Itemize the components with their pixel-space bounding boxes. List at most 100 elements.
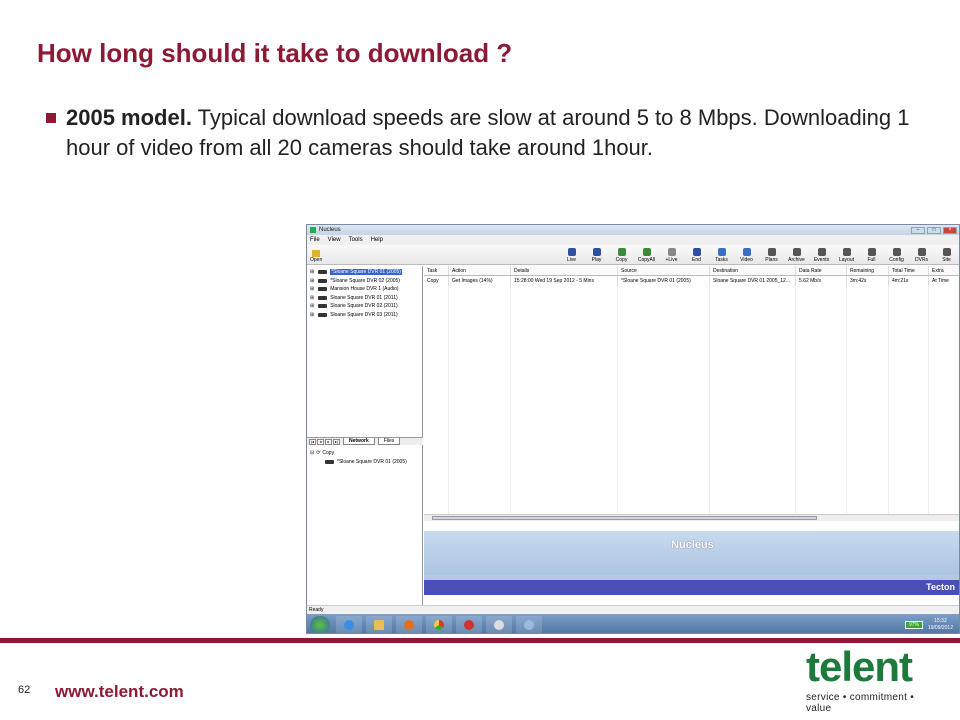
open-button[interactable]: Open [310,250,322,263]
toolbar-end-icon [692,248,701,256]
column-header[interactable]: Source [618,266,710,275]
menu-file[interactable]: File [310,237,320,243]
column-header[interactable]: Task [424,266,449,275]
clock-date: 19/09/2012 [927,624,953,631]
last-arrow-icon[interactable]: ▸| [333,438,340,445]
grid-body: Copy Get Images (14%) 15:28:00 Wed 19 Sep … [424,276,959,286]
tree-item[interactable]: ⊞ *Sloane Square DVR 01 (2005) [307,268,422,277]
toolbar-archive-button[interactable]: Archive [784,248,809,263]
column-line [511,286,618,514]
toolbar-tasks-button[interactable]: Tasks [709,248,734,263]
tree-item[interactable]: ⊞ *Sloane Square DVR 02 (2005) [307,277,422,286]
battery-indicator[interactable]: 97% [904,620,923,629]
menu-help[interactable]: Help [371,237,383,243]
toolbar-copy-button[interactable]: Copy [609,248,634,263]
column-header[interactable]: Remaining [847,266,889,275]
task-tree-parent[interactable]: ⊟ ⟳ Copy [307,449,423,458]
expand-icon[interactable]: ⊞ [310,286,314,292]
app-taskbar-icon[interactable] [456,616,482,633]
table-row[interactable]: Copy Get Images (14%) 15:28:00 Wed 19 Sep … [424,276,959,286]
column-header[interactable]: Data Rate [796,266,847,275]
column-header[interactable]: Extra [929,266,959,275]
toolbar-button-label: Tasks [715,257,728,263]
explorer-taskbar-icon[interactable] [366,616,392,633]
menu-tools[interactable]: Tools [349,237,363,243]
footer-url[interactable]: www.telent.com [55,682,184,702]
toolbar-button-label: Site [942,257,951,263]
tree-item[interactable]: ⊞ Sloane Square DVR 03 (2011) [307,311,422,320]
open-label: Open [310,257,323,263]
tree-item-label: Sloane Square DVR 03 (2011) [330,311,398,318]
task-tree-child[interactable]: *Sloane Square DVR 01 (2005) [307,458,423,467]
tab-files[interactable]: Files [377,438,401,445]
menu-view[interactable]: View [328,237,341,243]
device-tree: ⊞ *Sloane Square DVR 01 (2005) ⊞ *Sloane Sq… [307,266,422,319]
first-arrow-icon[interactable]: |◂ [309,438,316,445]
table-cell: *Sloane Square DVR 01 (2005) [618,276,710,286]
toolbar-site-icon [942,248,951,256]
table-cell: 5.62 Mb/s [796,276,847,286]
grid-scrollbar[interactable] [424,514,959,521]
dvr-icon [318,270,328,275]
toolbar-button-label: Config [889,257,904,263]
next-arrow-icon[interactable]: ▸ [325,438,332,445]
media-taskbar-icon[interactable] [396,616,422,633]
table-cell: At Time [929,276,959,286]
clock-time: 15:32 [934,617,947,624]
chrome-taskbar-icon[interactable] [426,616,452,633]
bullet-marker [46,113,56,123]
expand-icon[interactable]: ⊞ [310,269,314,275]
prev-arrow-icon[interactable]: ◂ [317,438,324,445]
tool-taskbar-icon[interactable] [516,616,542,633]
toolbar-site-button[interactable]: Site [934,248,959,263]
telent-logo: telent service • commitment • value [806,645,942,715]
logo-tagline: service • commitment • value [806,692,915,714]
tree-item[interactable]: ⊞ Mansion House DVR 1 (Audio) [307,285,422,294]
expand-icon[interactable]: ⊞ [310,295,314,301]
toolbar-config-button[interactable]: Config [884,248,909,263]
toolbar-live-icon [667,248,676,256]
toolbar-play-icon [592,248,601,256]
toolbar-plans-button[interactable]: Plans [759,248,784,263]
start-button[interactable] [310,615,330,633]
toolbar-play-button[interactable]: Play [584,248,609,263]
grid-scroll-thumb[interactable] [432,516,817,520]
banner-title: Nucleus [671,539,714,551]
tree-item-label: *Sloane Square DVR 01 (2005) [330,269,402,276]
tree-item[interactable]: ⊞ Sloane Square DVR 02 (2011) [307,302,422,311]
toolbar-full-button[interactable]: Full [859,248,884,263]
toolbar-copyall-button[interactable]: CopyAll [634,248,659,263]
toolbar-dvrs-icon [917,248,926,256]
expand-icon[interactable]: ⊞ [310,278,314,284]
task-tree-parent-label: Copy [322,450,335,457]
toolbar-dvrs-button[interactable]: DVRs [909,248,934,263]
toolbar-events-button[interactable]: Events [809,248,834,263]
tab-network[interactable]: Network [343,438,375,445]
ie-taskbar-icon[interactable] [336,616,362,633]
close-button[interactable]: × [943,226,957,234]
nucleus-taskbar-icon[interactable] [486,616,512,633]
column-line [449,286,511,514]
tree-item[interactable]: ⊞ Sloane Square DVR 01 (2011) [307,294,422,303]
minimize-button[interactable]: – [911,226,925,234]
toolbar-live-button[interactable]: +Live [659,248,684,263]
toolbar-video-icon [742,248,751,256]
expand-icon[interactable]: ⊞ [310,312,314,318]
maximize-button[interactable]: □ [927,226,941,234]
toolbar-button-label: +Live [665,257,678,263]
collapse-icon: ⊟ [310,450,315,457]
toolbar-layout-button[interactable]: Layout [834,248,859,263]
column-header[interactable]: Destination [710,266,796,275]
column-header[interactable]: Action [449,266,511,275]
toolbar-buttons: Live Play Copy CopyAll +Live End Tasks Video Pla… [559,248,959,263]
toolbar-live-button[interactable]: Live [559,248,584,263]
toolbar-full-icon [867,248,876,256]
pane-tabs: |◂ ◂ ▸ ▸| Network Files [307,437,423,445]
toolbar-video-button[interactable]: Video [734,248,759,263]
toolbar-end-button[interactable]: End [684,248,709,263]
expand-icon[interactable]: ⊞ [310,303,314,309]
column-header[interactable]: Total Time [889,266,929,275]
column-header[interactable]: Details [511,266,618,275]
clock[interactable]: 15:32 19/09/2012 [928,618,953,632]
bullet-body: Typical download speeds are slow at arou… [66,105,910,160]
